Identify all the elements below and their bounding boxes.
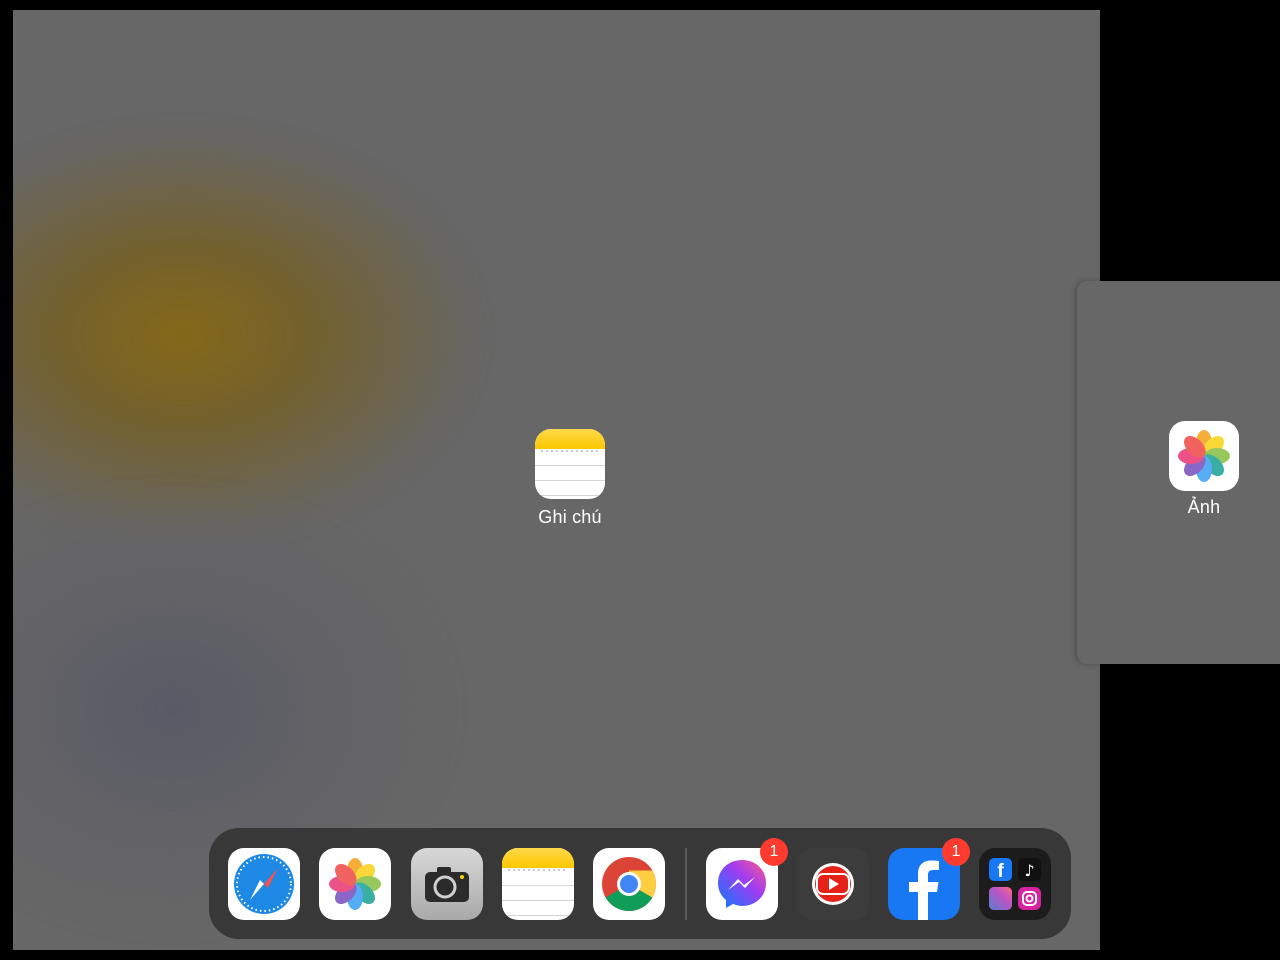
dock-divider	[685, 848, 687, 920]
dock: 1 1 f ♪	[209, 828, 1071, 939]
photos-app-placeholder[interactable]: Ảnh	[1168, 421, 1240, 518]
slide-over-panel[interactable]: Ảnh	[1077, 281, 1280, 664]
notes-icon	[502, 848, 574, 920]
notes-app-placeholder[interactable]: Ghi chú	[513, 429, 627, 528]
notes-app-label: Ghi chú	[538, 507, 602, 527]
photos-app-label: Ảnh	[1187, 497, 1221, 517]
chrome-icon	[593, 848, 665, 920]
dock-camera[interactable]	[411, 848, 483, 920]
app-library-icon: f ♪	[979, 848, 1051, 920]
camera-icon	[411, 848, 483, 920]
svg-text:f: f	[997, 861, 1004, 882]
safari-icon	[228, 848, 300, 920]
photos-icon	[319, 848, 391, 920]
main-app-window[interactable]: Ghi chú	[13, 10, 1100, 950]
dock-app-library[interactable]: f ♪	[979, 848, 1051, 920]
messenger-badge: 1	[760, 838, 788, 866]
dock-chrome[interactable]	[593, 848, 665, 920]
wallpaper-glow-yellow	[13, 120, 493, 550]
facebook-badge: 1	[942, 838, 970, 866]
dock-youtube[interactable]	[797, 848, 869, 920]
dock-notes[interactable]	[502, 848, 574, 920]
youtube-icon	[797, 848, 869, 920]
dock-photos[interactable]	[319, 848, 391, 920]
notes-icon	[535, 429, 605, 499]
svg-text:♪: ♪	[1024, 861, 1034, 880]
dock-facebook[interactable]: 1	[888, 838, 970, 920]
photos-icon	[1169, 421, 1239, 491]
dock-messenger[interactable]: 1	[706, 838, 788, 920]
dock-safari[interactable]	[228, 848, 300, 920]
